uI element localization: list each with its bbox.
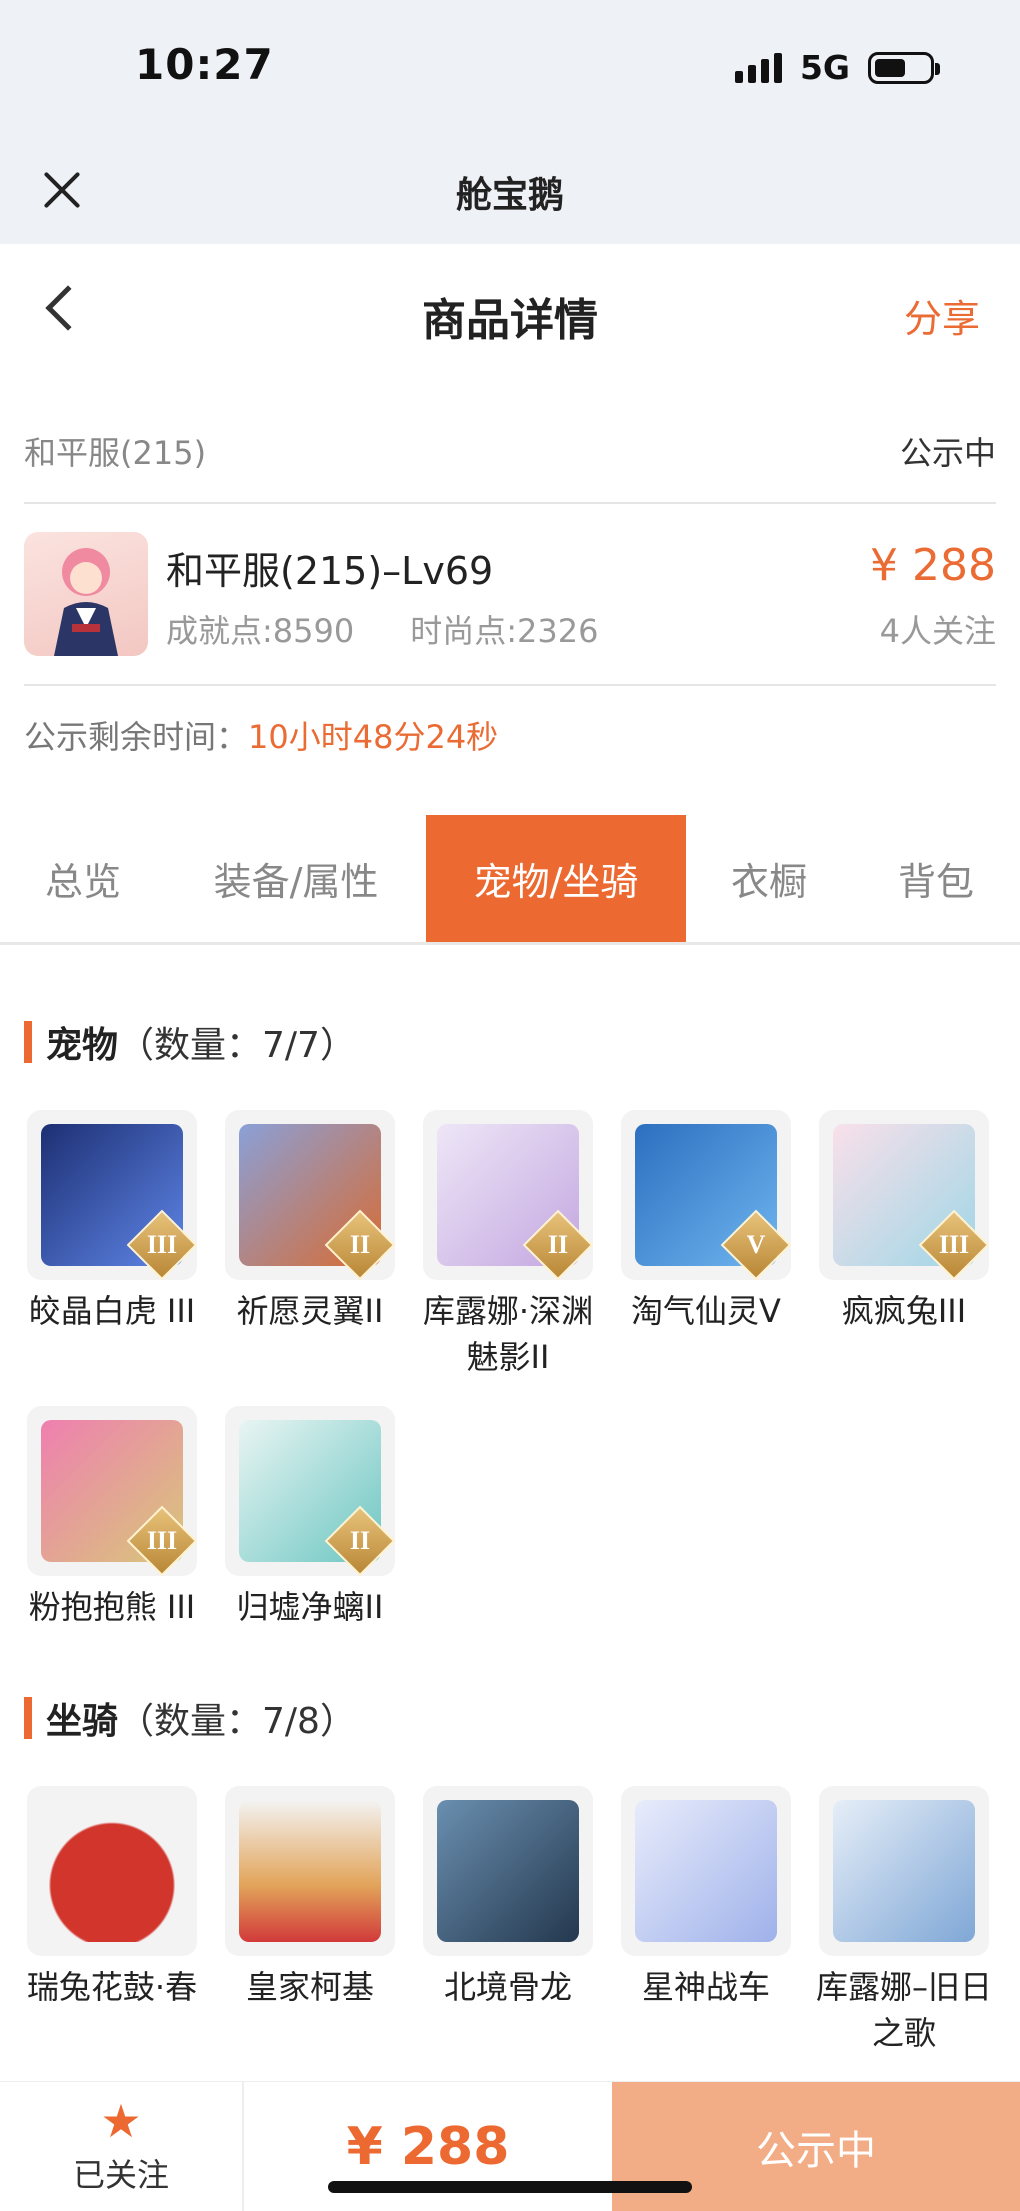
server-status: 公示中 bbox=[899, 434, 996, 472]
pets-count: （数量：7/7） bbox=[118, 1025, 356, 1066]
pets-section-title: 宠物 （数量：7/7） bbox=[24, 1016, 356, 1068]
product-stats: 成就点:8590 时尚点:2326 bbox=[166, 606, 598, 652]
follower-count: 4人关注 bbox=[879, 612, 996, 650]
star-icon: ★ bbox=[100, 2094, 142, 2148]
tab-overview[interactable]: 总览 bbox=[0, 815, 166, 942]
mount-image bbox=[423, 1786, 593, 1956]
tab-pets-mounts[interactable]: 宠物/坐骑 bbox=[426, 815, 686, 942]
pet-image: II bbox=[225, 1406, 395, 1576]
mount-image bbox=[819, 1786, 989, 1956]
follow-button[interactable]: ★ 已关注 bbox=[0, 2082, 244, 2211]
mount-image bbox=[621, 1786, 791, 1956]
mounts-title: 坐骑 bbox=[46, 1701, 119, 1742]
countdown: 公示剩余时间：10小时48分24秒 bbox=[24, 712, 498, 758]
page-nav: 商品详情 分享 bbox=[0, 244, 1020, 374]
character-avatar bbox=[24, 532, 148, 656]
pets-title: 宠物 bbox=[46, 1025, 119, 1066]
pet-item[interactable]: III 疯疯兔III bbox=[819, 1110, 989, 1380]
share-button[interactable]: 分享 bbox=[904, 288, 980, 343]
mount-art bbox=[41, 1800, 183, 1942]
pet-image: V bbox=[621, 1110, 791, 1280]
mount-art bbox=[437, 1800, 579, 1942]
countdown-label: 公示剩余时间： bbox=[24, 718, 249, 756]
status-indicators: 5G bbox=[734, 48, 940, 87]
pet-image: II bbox=[225, 1110, 395, 1280]
mount-art bbox=[239, 1800, 381, 1942]
fashion-points: 时尚点:2326 bbox=[410, 612, 599, 650]
server-name: 和平服(215) bbox=[24, 434, 207, 472]
pet-item[interactable]: II 归墟净螭II bbox=[225, 1406, 395, 1630]
tab-wardrobe[interactable]: 衣橱 bbox=[686, 815, 852, 942]
mount-name: 瑞兔花鼓·春 bbox=[26, 1968, 198, 2006]
page-title: 商品详情 bbox=[422, 295, 598, 346]
pet-image: III bbox=[819, 1110, 989, 1280]
mount-name: 北境骨龙 bbox=[443, 1968, 572, 2006]
product-info: 和平服(215)–Lv69 成就点:8590 时尚点:2326 ¥ 288 4人… bbox=[24, 506, 996, 686]
pet-item[interactable]: III 粉抱抱熊 III bbox=[27, 1406, 197, 1630]
signal-icon bbox=[734, 52, 782, 83]
pet-name: 淘气仙灵V bbox=[631, 1292, 781, 1330]
pet-item[interactable]: V 淘气仙灵V bbox=[621, 1110, 791, 1380]
countdown-time: 10小时48分24秒 bbox=[248, 718, 499, 756]
pet-image: III bbox=[27, 1406, 197, 1576]
pet-name: 疯疯兔III bbox=[841, 1292, 967, 1330]
product-name: 和平服(215)–Lv69 bbox=[166, 549, 494, 593]
server-row: 和平服(215) 公示中 bbox=[24, 400, 996, 504]
mounts-grid: 瑞兔花鼓·春 皇家柯基 北境骨龙 星神战车 库露娜–旧日之歌 bbox=[27, 1786, 993, 2056]
pet-item[interactable]: III 皎晶白虎 III bbox=[27, 1110, 197, 1380]
mount-item[interactable]: 星神战车 bbox=[621, 1786, 791, 2056]
mount-item[interactable]: 瑞兔花鼓·春 bbox=[27, 1786, 197, 2056]
mount-item[interactable]: 皇家柯基 bbox=[225, 1786, 395, 2056]
pets-grid: III 皎晶白虎 III II 祈愿灵翼II II 库露娜·深渊魅影II V 淘… bbox=[27, 1110, 993, 1630]
pet-name: 粉抱抱熊 III bbox=[28, 1588, 196, 1626]
achievement-points: 成就点:8590 bbox=[166, 612, 355, 650]
mount-art bbox=[635, 1800, 777, 1942]
mounts-section-title: 坐骑 （数量：7/8） bbox=[24, 1692, 356, 1744]
mount-image bbox=[225, 1786, 395, 1956]
mini-program-title: 舱宝鹅 bbox=[455, 175, 564, 216]
pet-name: 库露娜·深渊魅影II bbox=[422, 1292, 594, 1376]
pet-image: III bbox=[27, 1110, 197, 1280]
tab-equipment[interactable]: 装备/属性 bbox=[166, 815, 426, 942]
section-marker bbox=[24, 1697, 32, 1739]
top-area: 10:27 5G 舱宝鹅 bbox=[0, 0, 1020, 244]
pet-name: 皎晶白虎 III bbox=[28, 1292, 196, 1330]
mount-name: 库露娜–旧日之歌 bbox=[815, 1968, 992, 2052]
home-indicator bbox=[328, 2181, 692, 2193]
mount-image bbox=[27, 1786, 197, 1956]
mount-name: 星神战车 bbox=[641, 1968, 770, 2006]
section-marker bbox=[24, 1021, 32, 1063]
pet-name: 祈愿灵翼II bbox=[236, 1292, 384, 1330]
status-time: 10:27 bbox=[135, 40, 274, 89]
mount-name: 皇家柯基 bbox=[245, 1968, 374, 2006]
network-type: 5G bbox=[799, 48, 850, 87]
mount-item[interactable]: 库露娜–旧日之歌 bbox=[816, 1786, 992, 2056]
follow-label: 已关注 bbox=[72, 2156, 169, 2194]
pet-item[interactable]: II 库露娜·深渊魅影II bbox=[423, 1110, 593, 1380]
pet-image: II bbox=[423, 1110, 593, 1280]
mounts-count: （数量：7/8） bbox=[118, 1701, 356, 1742]
pet-item[interactable]: II 祈愿灵翼II bbox=[225, 1110, 395, 1380]
battery-icon bbox=[868, 51, 940, 84]
mount-art bbox=[833, 1800, 975, 1942]
mount-item[interactable]: 北境骨龙 bbox=[423, 1786, 593, 2056]
tab-bar: 总览 装备/属性 宠物/坐骑 衣橱 背包 bbox=[0, 815, 1020, 945]
tab-bag[interactable]: 背包 bbox=[852, 815, 1020, 942]
pet-name: 归墟净螭II bbox=[236, 1588, 384, 1626]
product-price: ¥ 288 bbox=[870, 540, 996, 591]
